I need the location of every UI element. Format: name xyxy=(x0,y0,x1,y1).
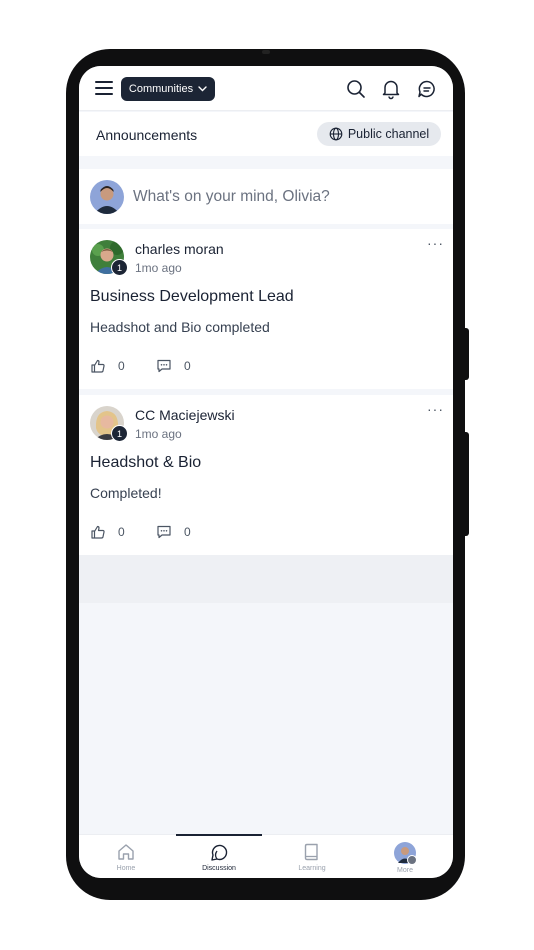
post-time: 1mo ago xyxy=(135,261,182,275)
nav-more-label: More xyxy=(397,867,413,874)
like-count: 0 xyxy=(118,359,125,373)
menu-icon[interactable] xyxy=(95,81,113,95)
post-author[interactable]: CC Maciejewski xyxy=(135,407,235,423)
public-channel-chip[interactable]: Public channel xyxy=(317,122,441,146)
post-time: 1mo ago xyxy=(135,427,182,441)
nav-discussion[interactable]: Discussion xyxy=(184,842,254,872)
nav-discussion-label: Discussion xyxy=(202,865,236,872)
chat-icon[interactable] xyxy=(416,78,438,100)
bell-icon[interactable] xyxy=(380,78,402,100)
like-button[interactable]: 0 xyxy=(90,524,125,540)
phone-side-button xyxy=(463,328,469,380)
author-avatar[interactable]: 1 xyxy=(90,240,128,276)
app-screen: Communities Announcements Public channel… xyxy=(79,66,453,878)
channel-title: Announcements xyxy=(96,127,198,143)
post-card: 1 CC Maciejewski 1mo ago ··· Headshot & … xyxy=(79,395,453,555)
home-icon xyxy=(118,844,134,860)
search-icon[interactable] xyxy=(345,78,367,100)
phone-side-button xyxy=(463,432,469,536)
post-composer[interactable]: What's on your mind, Olivia? xyxy=(79,169,453,224)
avatar xyxy=(394,842,417,865)
active-tab-indicator xyxy=(176,834,262,836)
comment-button[interactable]: 0 xyxy=(156,524,191,540)
nav-home[interactable]: Home xyxy=(91,842,161,872)
nav-more[interactable]: More xyxy=(370,842,440,874)
post-card: 1 charles moran 1mo ago ··· Business Dev… xyxy=(79,229,453,389)
more-options-icon[interactable]: ··· xyxy=(427,401,444,417)
level-badge: 1 xyxy=(111,425,128,442)
comment-count: 0 xyxy=(184,525,191,539)
communities-label: Communities xyxy=(128,83,194,95)
post-author[interactable]: charles moran xyxy=(135,241,224,257)
communities-dropdown[interactable]: Communities xyxy=(121,77,215,101)
post-title[interactable]: Business Development Lead xyxy=(90,288,294,306)
comment-count: 0 xyxy=(184,359,191,373)
comment-icon xyxy=(157,525,171,539)
phone-camera xyxy=(262,50,270,54)
channel-header: Announcements Public channel xyxy=(79,112,453,156)
comment-icon xyxy=(157,359,171,373)
menu-icon xyxy=(407,855,417,865)
top-bar: Communities xyxy=(79,66,453,111)
composer-placeholder[interactable]: What's on your mind, Olivia? xyxy=(133,188,330,206)
globe-icon xyxy=(329,127,343,141)
chevron-down-icon xyxy=(198,86,207,92)
nav-learning-label: Learning xyxy=(298,865,326,872)
nav-home-label: Home xyxy=(116,865,136,872)
discussion-icon xyxy=(211,844,228,861)
feed-end-spacer xyxy=(79,555,453,603)
user-avatar xyxy=(90,180,124,214)
post-body: Completed! xyxy=(90,485,162,501)
nav-learning[interactable]: Learning xyxy=(277,842,347,872)
thumbs-up-icon xyxy=(91,525,105,539)
comment-button[interactable]: 0 xyxy=(156,358,191,374)
book-icon xyxy=(304,843,318,861)
post-title[interactable]: Headshot & Bio xyxy=(90,454,201,472)
like-count: 0 xyxy=(118,525,125,539)
level-badge: 1 xyxy=(111,259,128,276)
public-channel-label: Public channel xyxy=(347,127,430,141)
more-options-icon[interactable]: ··· xyxy=(427,235,444,251)
thumbs-up-icon xyxy=(91,359,105,373)
post-body: Headshot and Bio completed xyxy=(90,319,270,335)
like-button[interactable]: 0 xyxy=(90,358,125,374)
author-avatar[interactable]: 1 xyxy=(90,406,128,442)
